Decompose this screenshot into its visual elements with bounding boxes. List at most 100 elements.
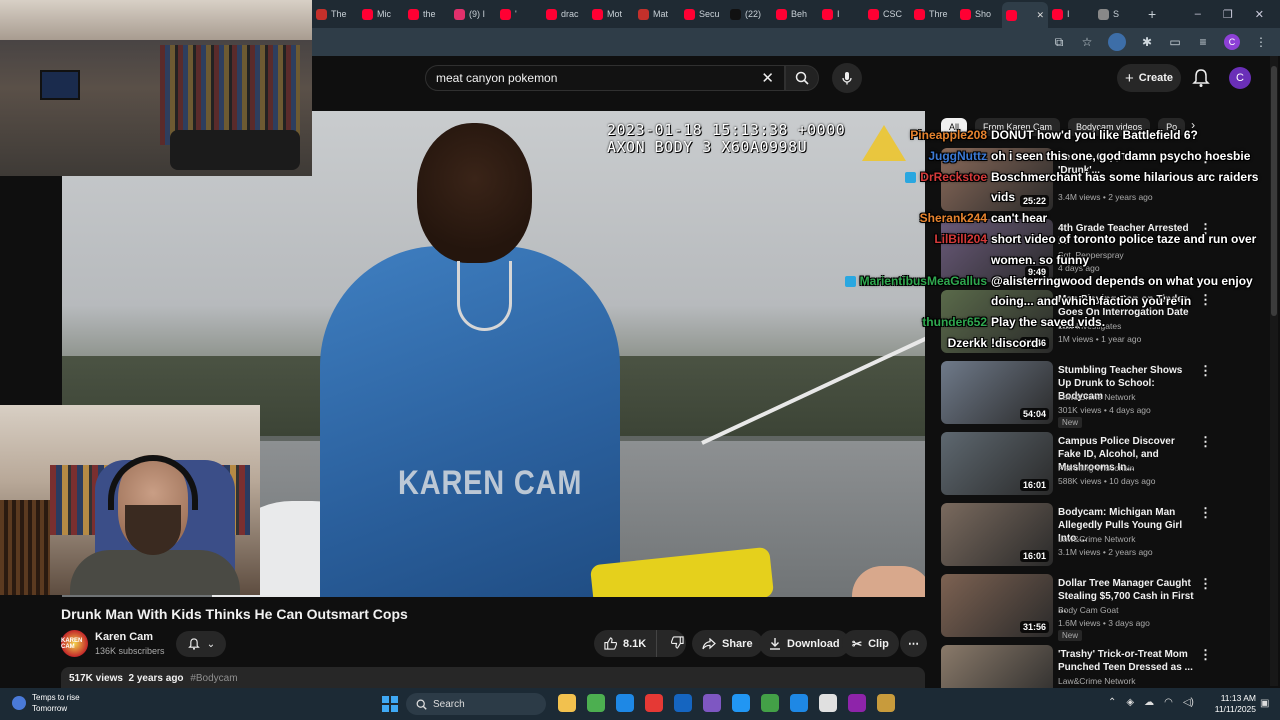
search-input[interactable]: meat canyon pokemon ✕ [425,65,785,91]
taskbar-clock[interactable]: 11:13 AM 11/11/2025 [1200,693,1256,715]
close-window-button[interactable]: ✕ [1255,8,1264,21]
page-scrollbar-thumb[interactable] [1271,66,1277,316]
chevron-up-icon[interactable]: ⌃ [1108,697,1116,708]
taskbar-app-icon[interactable] [848,694,866,712]
sidebar-icon[interactable]: ▭ [1168,35,1182,49]
taskbar-app-icon[interactable] [877,694,895,712]
browser-tab[interactable]: (22) [726,3,772,25]
recommendation-thumbnail[interactable]: 16:01 [941,432,1053,495]
browser-tab[interactable]: Thre [910,3,956,25]
browser-tab[interactable]: the [404,3,450,25]
recommendation-channel[interactable]: Law&Crime Network [1058,392,1135,402]
close-tab-icon[interactable]: ✕ [1036,10,1044,21]
tab-favicon-icon [408,8,419,20]
maximize-button[interactable]: ❐ [1223,8,1233,21]
tab-favicon-icon [868,8,879,20]
wifi-icon[interactable]: ◠ [1164,697,1173,708]
recommendation-thumbnail[interactable]: 54:04 [941,361,1053,424]
recommendation-thumbnail[interactable]: 31:56 [941,574,1053,637]
browser-tab[interactable]: I [1048,3,1094,25]
search-icon [795,71,809,85]
recommendation-channel[interactable]: Patrolling Wisconsin [1058,463,1135,473]
channel-avatar[interactable]: KAREN CAM [61,630,88,657]
network-icon[interactable]: ◈ [1126,697,1134,708]
taskbar-app-icon[interactable] [790,694,808,712]
notification-icon[interactable]: ▣ [1260,698,1272,710]
video-duration: 54:04 [1019,408,1049,420]
taskbar-app-icon[interactable] [645,694,663,712]
browser-tab[interactable]: Mat [634,3,680,25]
browser-tab[interactable]: Beh [772,3,818,25]
weather-widget[interactable]: Temps to rise Tomorrow [12,692,80,714]
taskbar-app-icon[interactable] [587,694,605,712]
more-options-icon[interactable]: ⋮ [1199,576,1212,592]
taskbar-app-icon[interactable] [703,694,721,712]
recommendation-channel[interactable]: Law&Crime Network [1058,676,1135,686]
more-options-icon[interactable]: ⋮ [1199,647,1212,663]
recommendation-item[interactable]: 54:04 Stumbling Teacher Shows Up Drunk to… [941,361,1221,432]
browser-tab[interactable]: CSC [864,3,910,25]
recommendation-item[interactable]: 16:01 Campus Police Discover Fake ID, Alc… [941,432,1221,503]
clear-search-icon[interactable]: ✕ [761,69,774,87]
browser-tab[interactable]: ✕ [1002,2,1048,28]
more-options-icon[interactable]: ⋮ [1199,363,1212,379]
more-options-icon[interactable]: ⋮ [1199,434,1212,450]
more-options-icon[interactable]: ⋮ [1199,292,1212,308]
recommendation-channel[interactable]: Law&Crime Network [1058,534,1135,544]
recommendation-item[interactable]: 16:01 Bodycam: Michigan Man Allegedly Pul… [941,503,1221,574]
share-button[interactable]: Share [692,630,763,657]
subscription-bell-button[interactable]: ⌄ [176,631,226,657]
more-actions-button[interactable]: ⋯ [900,630,927,657]
recommendation-meta: 301K views • 4 days ago [1058,405,1151,415]
taskbar-app-icon[interactable] [674,694,692,712]
weather-line-2: Tomorrow [32,704,68,713]
more-options-icon[interactable]: ⋮ [1199,505,1212,521]
voice-search-button[interactable] [832,63,862,93]
notifications-bell-icon[interactable] [1190,67,1212,89]
recommendation-thumbnail[interactable]: 9:49 [941,219,1053,282]
new-tab-button[interactable]: + [1148,6,1156,22]
like-button[interactable]: 8.1K [594,630,658,657]
dislike-button[interactable] [663,635,692,652]
more-horizontal-icon: ⋯ [908,638,919,650]
browser-tab[interactable]: Sho [956,3,1002,25]
browser-tab[interactable]: Mic [358,3,404,25]
recommendation-item[interactable]: 31:56 Dollar Tree Manager Caught Stealing… [941,574,1221,645]
recommendation-channel[interactable]: Body Cam Goat [1058,605,1118,615]
taskbar-search-box[interactable]: Search [406,693,546,715]
taskbar-app-icon[interactable] [616,694,634,712]
windows-start-icon[interactable] [382,696,398,712]
taskbar-app-icon[interactable] [558,694,576,712]
taskbar-app-icon[interactable] [732,694,750,712]
taskbar-app-icon[interactable] [761,694,779,712]
volume-icon[interactable]: ◁) [1183,697,1194,708]
browser-tab[interactable]: Secu [680,3,726,25]
browser-tab[interactable]: ' [496,3,542,25]
bookmark-star-icon[interactable]: ☆ [1080,35,1094,49]
menu-kebab-icon[interactable]: ⋮ [1254,35,1268,49]
search-button[interactable] [785,65,819,91]
browser-tab[interactable]: (9) I [450,3,496,25]
hashtag-link[interactable]: #Bodycam [190,673,237,684]
extensions-puzzle-icon[interactable]: ✱ [1140,35,1154,49]
browser-tab[interactable]: S [1094,3,1140,25]
browser-tab[interactable]: I [818,3,864,25]
extension-icon[interactable] [1108,33,1126,51]
media-control-icon[interactable]: ≡ [1196,35,1210,49]
clip-button[interactable]: ✂ Clip [842,630,899,657]
recommendation-title[interactable]: 'Trashy' Trick-or-Treat Mom Punched Teen… [1058,648,1198,674]
download-button[interactable]: Download [759,630,850,657]
create-button[interactable]: + Create [1117,64,1181,92]
new-badge: New [1058,630,1083,641]
profile-avatar[interactable]: C [1224,34,1240,50]
browser-tab[interactable]: Mot [588,3,634,25]
cast-icon[interactable]: ⧉ [1052,35,1066,49]
minimize-button[interactable]: – [1195,8,1201,21]
youtube-account-avatar[interactable]: C [1229,67,1251,89]
taskbar-app-icon[interactable] [819,694,837,712]
browser-tab[interactable]: drac [542,3,588,25]
browser-tab[interactable]: The [312,3,358,25]
onedrive-cloud-icon[interactable]: ☁ [1144,697,1154,708]
channel-name[interactable]: Karen Cam [95,631,153,643]
recommendation-thumbnail[interactable]: 16:01 [941,503,1053,566]
